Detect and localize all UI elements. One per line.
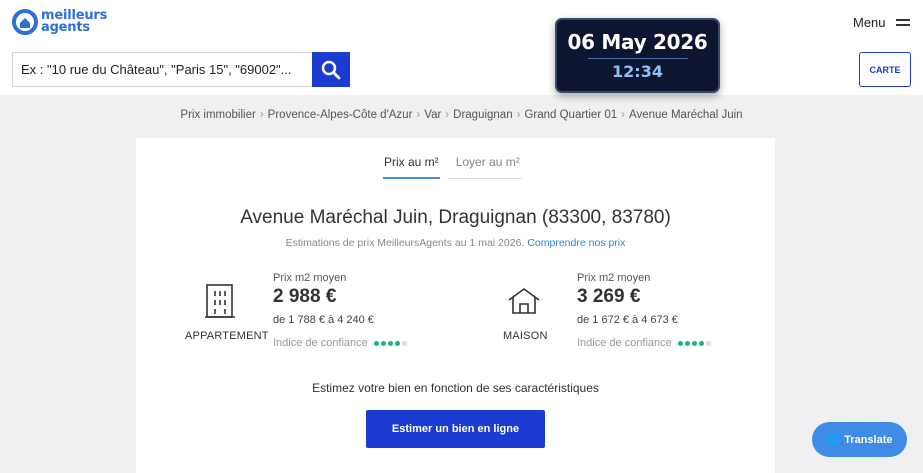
building-icon [205,284,235,318]
search-button[interactable] [312,52,350,87]
translate-label: Translate [844,433,893,446]
search-bar [12,52,350,87]
carte-button[interactable]: CARTE [859,52,911,87]
confidence-dot-filled [387,340,393,346]
globe-icon: 🌐 [826,434,841,446]
apartment-label: APPARTEMENT [185,330,269,342]
breadcrumb-item[interactable]: Var [424,109,441,121]
house-icon [508,288,540,314]
logo-text: meilleurs agents [41,9,107,35]
house-price: 3 269 € [577,286,641,307]
cta-text: Estimez votre bien en fonction de ses ca… [312,381,599,395]
search-input[interactable] [12,52,312,87]
confidence-dots [373,340,409,346]
apartment-confidence: Indice de confiance [273,337,409,349]
breadcrumb-item[interactable]: Grand Quartier 01 [524,109,617,121]
tab-loyer[interactable]: Loyer au m² [447,155,522,179]
hamburger-icon [895,16,910,29]
comprendre-link[interactable]: Comprendre nos prix [527,237,625,249]
logo[interactable]: meilleurs agents [12,9,107,35]
house-price-range: de 1 672 € à 4 673 € [577,314,678,326]
confidence-dot-empty [401,340,407,346]
page-subtitle: Estimations de prix MeilleursAgents au 1… [136,237,775,249]
clock-divider [587,58,688,59]
confidence-dot-filled [677,340,683,346]
subtitle-text: Estimations de prix MeilleursAgents au 1… [285,237,525,249]
confidence-dots [677,340,713,346]
confidence-dot-filled [698,340,704,346]
confidence-dot-empty [705,340,711,346]
chevron-right-icon: › [259,109,264,121]
confidence-dot-filled [394,340,400,346]
apartment-price: 2 988 € [273,286,337,307]
house-price-label: Prix m2 moyen [577,272,651,284]
menu-button[interactable]: Menu [853,15,910,30]
breadcrumb: Prix immobilier › Provence-Alpes-Côte d'Az… [0,109,923,121]
chevron-right-icon: › [516,109,521,121]
clock-date: 06 May 2026 [567,30,708,54]
logo-line-2: agents [41,20,90,35]
house-confidence-label: Indice de confiance [577,337,672,349]
search-icon [321,60,341,79]
estimate-button[interactable]: Estimer un bien en ligne [366,410,545,448]
confidence-dot-filled [380,340,386,346]
logo-icon [12,9,38,35]
chevron-right-icon: › [621,109,625,121]
tab-prix[interactable]: Prix au m² [383,155,440,179]
apartment-confidence-label: Indice de confiance [273,337,368,349]
page-title: Avenue Maréchal Juin, Draguignan (83300,… [240,207,671,228]
translate-button[interactable]: 🌐 Translate [812,422,907,457]
breadcrumb-current: Avenue Maréchal Juin [628,109,743,121]
clock-widget: 06 May 2026 12:34 [555,18,720,93]
breadcrumb-item[interactable]: Prix immobilier [180,109,255,121]
chevron-right-icon: › [445,109,450,121]
apartment-price-label: Prix m2 moyen [273,272,347,284]
apartment-price-block: Prix m2 moyen 2 988 € de 1 788 € à 4 240… [273,272,409,349]
house-price-block: Prix m2 moyen 3 269 € de 1 672 € à 4 673… [577,272,713,349]
menu-label: Menu [853,15,886,30]
house-label: MAISON [503,330,548,342]
house-confidence: Indice de confiance [577,337,713,349]
apartment-price-range: de 1 788 € à 4 240 € [273,314,374,326]
confidence-dot-filled [691,340,697,346]
confidence-dot-filled [373,340,379,346]
breadcrumb-item[interactable]: Draguignan [453,109,512,121]
tabs: Prix au m² Loyer au m² [383,155,522,179]
confidence-dot-filled [684,340,690,346]
chevron-right-icon: › [416,109,421,121]
breadcrumb-item[interactable]: Provence-Alpes-Côte d'Azur [268,109,413,121]
clock-time: 12:34 [612,62,663,81]
